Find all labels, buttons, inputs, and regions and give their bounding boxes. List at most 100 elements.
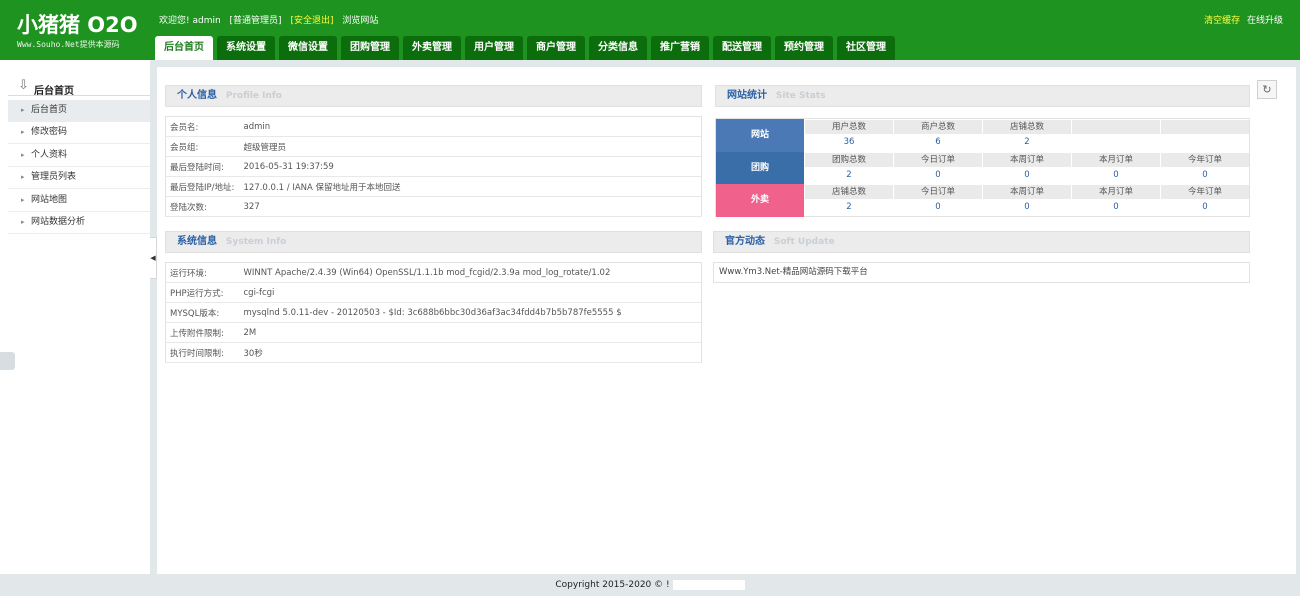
sidebar-item[interactable]: ▸ 网站数据分析 (8, 212, 150, 234)
stat-cell-value: 2 (846, 202, 852, 213)
stat-cell: 今日订单 0 (894, 185, 982, 215)
stat-cell: 今年订单 0 (1161, 185, 1249, 215)
bullet-icon: ▸ (21, 173, 25, 182)
profile-title: 个人信息 (177, 90, 217, 101)
stat-cell-label: 团购总数 (805, 152, 893, 167)
welcome-text: 欢迎您! admin (159, 16, 221, 26)
stat-cell-label: 今日订单 (894, 152, 982, 167)
soft-panel-header: 官方动态 Soft Update (713, 231, 1250, 253)
nav-tab[interactable]: 预约管理 (775, 36, 833, 60)
row-value: 2016-05-31 19:37:59 (239, 156, 702, 177)
nav-tab[interactable]: 外卖管理 (403, 36, 461, 60)
top-header: 小猪猪 O2O Www.Souho.Net提供本源码 欢迎您! admin [普… (0, 0, 1300, 60)
stat-cell-label: 本周订单 (983, 152, 1071, 167)
sidebar-collapse-button[interactable]: ◀ (150, 237, 157, 279)
profile-title-en: Profile Info (225, 91, 282, 101)
stat-cell-value: 0 (1113, 169, 1119, 180)
nav-tab[interactable]: 分类信息 (589, 36, 647, 60)
row-value: 127.0.0.1 / IANA 保留地址用于本地回送 (239, 176, 702, 197)
bullet-icon: ▸ (21, 128, 25, 137)
stat-cell-value: 0 (1202, 169, 1208, 180)
stat-cell-value: 0 (935, 202, 941, 213)
table-row: 上传附件限制: 2M (165, 322, 702, 343)
row-value: admin (239, 116, 702, 137)
sidebar-title: 后台首页 (34, 86, 74, 97)
sidebar-item[interactable]: ▸ 后台首页 (8, 100, 150, 122)
nav-tab[interactable]: 推广营销 (651, 36, 709, 60)
stat-cell-value (1072, 134, 1160, 150)
stat-cell-label: 本周订单 (983, 185, 1071, 200)
clear-cache-link[interactable]: 清空缓存 (1204, 16, 1240, 26)
profile-panel-header: 个人信息 Profile Info (165, 85, 702, 107)
stat-cell-label: 今日订单 (894, 185, 982, 200)
nav-tab[interactable]: 后台首页 (155, 36, 213, 60)
sidebar-item[interactable]: ▸ 管理员列表 (8, 167, 150, 190)
stat-cell-label: 商户总数 (894, 120, 982, 134)
sidebar-item[interactable]: ▸ 个人资料 (8, 145, 150, 167)
row-key: MYSQL版本: (165, 302, 240, 323)
stat-cell: 团购总数 2 (805, 152, 893, 183)
sidebar-item[interactable]: ▸ 网站地图 (8, 190, 150, 212)
table-row: 执行时间限制: 30秒 (165, 342, 702, 363)
role-link[interactable]: [普通管理员] (230, 16, 282, 26)
copyright-text: Copyright 2015-2020 © ! (555, 580, 670, 590)
stat-cell (1072, 120, 1160, 150)
sidebar-item-label: 后台首页 (31, 105, 68, 115)
row-key: 执行时间限制: (165, 342, 240, 363)
sidebar: ⇩ 后台首页 ▸ 后台首页 ▸ 修改密码 ▸ 个人资料 ▸ 管理员列表 ▸ 网站地图 ▸ 网站数据分析 (0, 60, 150, 574)
row-value: 2M (239, 322, 702, 343)
refresh-icon[interactable]: ↻ (1257, 80, 1277, 99)
row-value: cgi-fcgi (239, 282, 702, 303)
row-value: 30秒 (239, 342, 702, 363)
table-row: 登陆次数: 327 (165, 196, 702, 217)
stats-grid: 网站 用户总数 36 商户总数 6 店铺总数 2 团购 团购总数 2 今日订单 0 本周订单 0 本月订单 0… (715, 118, 1250, 218)
logout-link[interactable]: [安全退出] (290, 16, 333, 26)
table-row: 最后登陆IP/地址: 127.0.0.1 / IANA 保留地址用于本地回送 (165, 176, 702, 197)
browse-site-link[interactable]: 浏览网站 (342, 16, 378, 26)
main-nav-tabs: 后台首页 系统设置 微信设置 团购管理 外卖管理 用户管理 商户管理 分类信息 推广营销 配送管理… (155, 36, 899, 60)
stat-cell-label: 今年订单 (1161, 185, 1249, 200)
nav-tab[interactable]: 团购管理 (341, 36, 399, 60)
stat-cell: 店铺总数 2 (805, 185, 893, 215)
stat-cell-value: 2 (846, 169, 852, 180)
stat-cell-label: 用户总数 (805, 120, 893, 134)
stat-cell-label: 店铺总数 (983, 120, 1071, 134)
row-value: 327 (239, 196, 702, 217)
stat-cell-value (1161, 134, 1249, 150)
nav-tab[interactable]: 配送管理 (713, 36, 771, 60)
nav-tab[interactable]: 社区管理 (837, 36, 895, 60)
stat-cell-label (1072, 120, 1160, 134)
row-value: mysqlnd 5.0.11-dev - 20120503 - $Id: 3c6… (239, 302, 702, 323)
nav-tab[interactable]: 系统设置 (217, 36, 275, 60)
bullet-icon: ▸ (21, 150, 25, 159)
row-key: 会员名: (165, 116, 240, 137)
system-panel-header: 系统信息 System Info (165, 231, 702, 253)
redacted-mask (672, 579, 745, 590)
stat-row: 团购总数 2 今日订单 0 本周订单 0 本月订单 0 今年订单 0 (805, 152, 1249, 186)
side-expand-tab[interactable] (0, 352, 15, 370)
sidebar-header: ⇩ 后台首页 (8, 76, 150, 97)
top-right-links: 清空缓存 在线升级 (1204, 13, 1283, 26)
table-row: 会员名: admin (165, 116, 702, 137)
nav-tab[interactable]: 用户管理 (465, 36, 523, 60)
arrow-down-icon: ⇩ (18, 78, 29, 93)
stat-cell-value: 36 (843, 137, 855, 147)
soft-update-text[interactable]: Www.Ym3.Net-精品网站源码下载平台 (713, 262, 1250, 283)
nav-tab[interactable]: 微信设置 (279, 36, 337, 60)
nav-tab[interactable]: 商户管理 (527, 36, 585, 60)
logo-title: 小猪猪 O2O (17, 13, 138, 37)
system-table: 运行环境: WINNT Apache/2.4.39 (Win64) OpenSSL… (165, 262, 702, 363)
stat-cell-value: 0 (1024, 202, 1030, 213)
upgrade-link[interactable]: 在线升级 (1247, 16, 1283, 26)
main-content: ↻ 个人信息 Profile Info 会员名: admin 会员组: 超级管理员 最后… (157, 67, 1296, 574)
sidebar-item-label: 个人资料 (31, 149, 68, 160)
row-key: 会员组: (165, 136, 240, 157)
sidebar-item[interactable]: ▸ 修改密码 (8, 122, 150, 145)
stat-cell-value: 0 (1024, 169, 1030, 180)
stat-cell-label: 店铺总数 (805, 185, 893, 200)
stat-cell-value: 6 (935, 137, 941, 147)
stat-cell: 今日订单 0 (894, 152, 982, 183)
system-title: 系统信息 (177, 236, 217, 247)
stat-cell: 商户总数 6 (894, 120, 982, 150)
stat-row-label: 网站 (716, 119, 804, 152)
